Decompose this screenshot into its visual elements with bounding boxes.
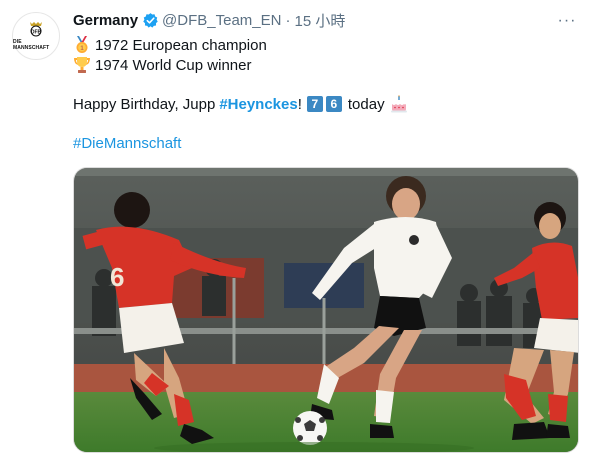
tweet-photo[interactable]: 6	[73, 167, 579, 453]
keycap-digit-7: 7	[306, 96, 323, 112]
exclamation: !	[297, 95, 302, 113]
gold-medal-icon: 1	[76, 36, 88, 53]
tweet-line-2: 1974 World Cup winner	[73, 56, 251, 74]
svg-text:DFB: DFB	[31, 30, 42, 36]
hashtag-heynckes[interactable]: #Heynckes	[219, 96, 297, 113]
tweet-text-line-2: 1974 World Cup winner	[95, 56, 252, 74]
birthday-cake-icon	[390, 95, 407, 113]
hashtag-diemannschaft[interactable]: #DieMannschaft	[73, 135, 181, 152]
dfb-crest-icon: DFB	[30, 22, 42, 37]
tweet-line-4: #DieMannschaft	[73, 135, 181, 152]
football-match-photo: 6	[74, 168, 578, 452]
tweet-line-3: Happy Birthday, Jupp #Heynckes ! 7 6 tod…	[73, 95, 408, 113]
keycap-digit-6: 6	[325, 96, 342, 112]
today-text: today	[347, 95, 385, 113]
tweet-text-line-1: 1972 European champion	[95, 36, 267, 54]
header-separator: ·	[285, 12, 291, 29]
trophy-icon	[74, 57, 90, 73]
more-options-icon[interactable]: ···	[555, 10, 579, 32]
tweet-header: Germany @DFB_Team_EN · 15 小時	[73, 10, 345, 31]
tweet-timestamp[interactable]: 15 小時	[294, 10, 345, 31]
author-handle[interactable]: @DFB_Team_EN	[162, 12, 281, 29]
birthday-text: Happy Birthday, Jupp	[73, 95, 216, 113]
author-name[interactable]: Germany	[73, 12, 138, 29]
avatar[interactable]: DFB DIE MANNSCHAFT	[12, 12, 60, 60]
tweet-line-1: 1 1972 European champion	[73, 36, 267, 54]
verified-badge-icon	[143, 13, 158, 28]
avatar-label: DIE MANNSCHAFT	[13, 39, 50, 51]
svg-text:6: 6	[110, 262, 124, 292]
